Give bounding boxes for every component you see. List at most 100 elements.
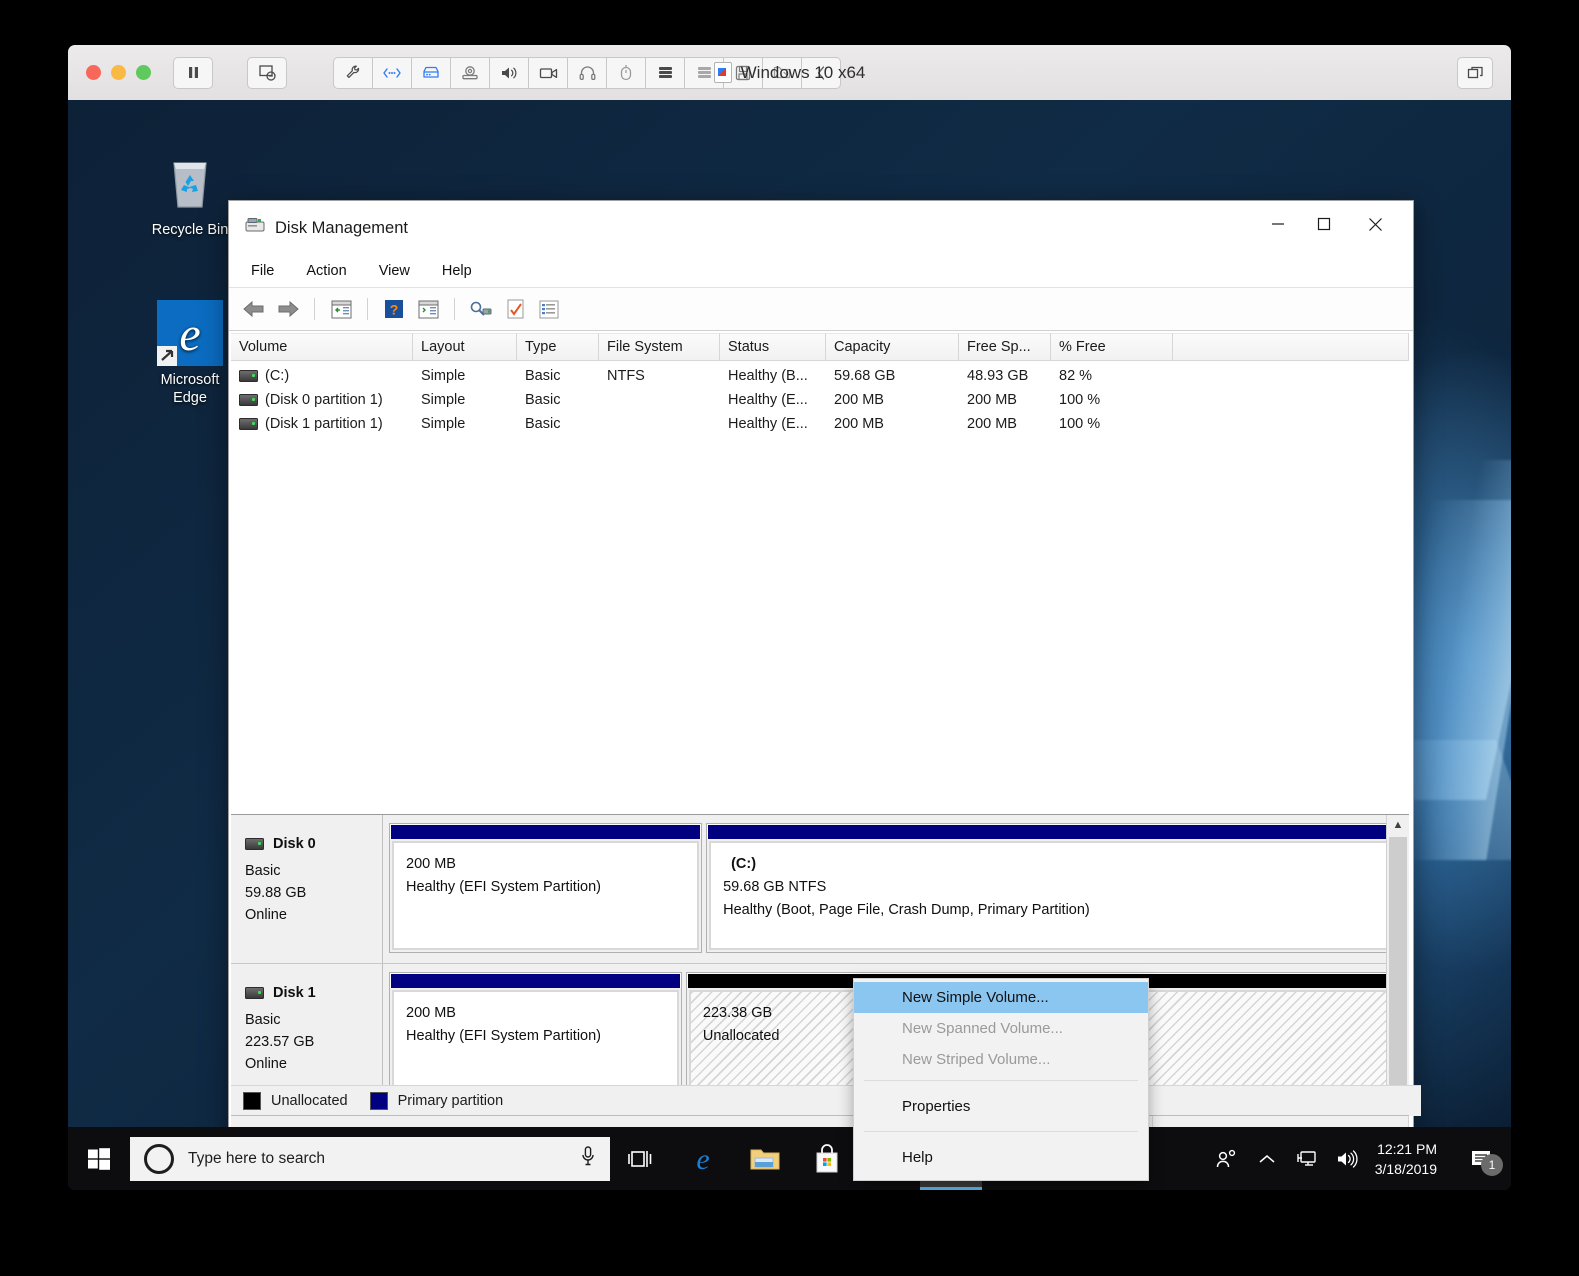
network-icon[interactable] (373, 56, 412, 89)
help-icon[interactable]: ? (381, 296, 407, 322)
partition-status: Healthy (Boot, Page File, Crash Dump, Pr… (723, 902, 1090, 918)
notification-badge: 1 (1481, 1154, 1503, 1176)
volume-list: Volume Layout Type File System Status Ca… (231, 333, 1409, 813)
window-close-button[interactable] (1352, 201, 1399, 247)
cortana-icon (144, 1143, 174, 1174)
cell-type: Basic (525, 416, 561, 432)
rescan-disks-icon[interactable] (468, 296, 494, 322)
context-menu-separator (864, 1080, 1138, 1081)
context-menu-item-new-simple-volume[interactable]: New Simple Volume... (854, 982, 1148, 1013)
show-hide-action-pane-icon[interactable] (415, 296, 441, 322)
network-icon[interactable] (1287, 1127, 1327, 1190)
scroll-up-arrow-icon[interactable]: ▲ (1387, 815, 1409, 835)
maximize-window-button[interactable] (136, 65, 151, 80)
back-arrow-icon[interactable] (241, 296, 267, 322)
close-window-button[interactable] (86, 65, 101, 80)
disk-name: Disk 1 (273, 985, 316, 1001)
column-header-spacer[interactable] (1173, 333, 1409, 360)
microphone-icon[interactable] (580, 1145, 596, 1172)
cell-volume: (Disk 1 partition 1) (265, 416, 383, 432)
menu-action[interactable]: Action (302, 261, 350, 281)
floppy-icon[interactable] (724, 56, 763, 89)
desktop-icon-label-line1: Microsoft (160, 372, 220, 388)
column-header-file-system[interactable]: File System (599, 333, 720, 360)
settings-wrench-icon[interactable] (333, 56, 373, 89)
cell-volume: (C:) (265, 368, 290, 384)
table-row[interactable]: (Disk 1 partition 1) Simple Basic Health… (231, 412, 1409, 436)
action-center-button[interactable]: 1 (1453, 1127, 1511, 1190)
shared-folder-icon[interactable] (763, 56, 802, 89)
partition-legend: Unallocated Primary partition (231, 1085, 1421, 1116)
clock-time: 12:21 PM (1377, 1140, 1437, 1157)
menu-file[interactable]: File (247, 261, 278, 281)
start-button[interactable] (68, 1127, 130, 1190)
edge-taskbar-icon[interactable]: e (672, 1127, 734, 1190)
disk-management-app-icon (245, 217, 265, 239)
column-header-status[interactable]: Status (720, 333, 826, 360)
fullscreen-icon[interactable] (1457, 57, 1493, 89)
video-camera-icon[interactable] (529, 56, 568, 89)
harddisk-icon[interactable] (412, 56, 451, 89)
scrollbar-thumb[interactable] (1389, 837, 1407, 1107)
legend-swatch-primary (369, 1092, 388, 1110)
disk-row-disk-0[interactable]: Disk 0 Basic 59.88 GB Online 200 MB Heal… (231, 815, 1409, 964)
chevron-left-icon[interactable] (802, 56, 841, 89)
disk-management-titlebar: Disk Management (229, 201, 1413, 255)
vm-toolbar: Windows 10 x64 (68, 45, 1511, 101)
task-view-button[interactable] (610, 1127, 672, 1190)
cell-percent-free: 82 % (1059, 368, 1093, 384)
vm-window: Windows 10 x64 Recycle Bin e Microsoft E… (68, 45, 1511, 1190)
column-header-type[interactable]: Type (517, 333, 599, 360)
show-hidden-icons-chevron[interactable] (1247, 1127, 1287, 1190)
headphones-icon[interactable] (568, 56, 607, 89)
column-header-percent-free[interactable]: % Free (1051, 333, 1173, 360)
forward-arrow-icon[interactable] (275, 296, 301, 322)
taskbar-clock[interactable]: 12:21 PM 3/18/2019 (1367, 1139, 1453, 1179)
screenshot-icon[interactable] (247, 56, 287, 89)
usb-stack-2-icon[interactable] (685, 56, 724, 89)
search-input[interactable]: Type here to search (130, 1136, 610, 1181)
properties-check-icon[interactable] (502, 296, 528, 322)
usb-stack-icon[interactable] (646, 56, 685, 89)
table-row[interactable]: (Disk 0 partition 1) Simple Basic Health… (231, 388, 1409, 412)
partition-capacity-bar (390, 973, 681, 988)
window-maximize-button[interactable] (1300, 201, 1347, 247)
window-minimize-button[interactable] (1254, 201, 1301, 247)
partition-status: Healthy (EFI System Partition) (406, 879, 601, 895)
cell-capacity: 59.68 GB (834, 368, 896, 384)
microsoft-store-taskbar-icon[interactable] (796, 1127, 858, 1190)
menu-view[interactable]: View (375, 261, 414, 281)
partition-disk0-efi[interactable]: 200 MB Healthy (EFI System Partition) (389, 823, 703, 953)
column-header-volume[interactable]: Volume (231, 333, 413, 360)
people-icon[interactable] (1207, 1127, 1247, 1190)
cell-volume: (Disk 0 partition 1) (265, 392, 383, 408)
context-menu-item-new-striped-volume[interactable]: New Striped Volume... (854, 1044, 1148, 1075)
pause-icon[interactable] (173, 56, 213, 89)
clock-date: 3/18/2019 (1374, 1160, 1437, 1177)
cell-status: Healthy (B... (728, 368, 808, 384)
speaker-icon[interactable] (490, 56, 529, 89)
column-header-layout[interactable]: Layout (413, 333, 517, 360)
cell-type: Basic (525, 392, 561, 408)
camera-icon[interactable] (451, 56, 490, 89)
mouse-icon[interactable] (607, 56, 646, 89)
drive-icon (239, 394, 258, 406)
column-header-free-space[interactable]: Free Sp... (959, 333, 1051, 360)
menu-help[interactable]: Help (438, 261, 476, 281)
context-menu-separator (864, 1131, 1138, 1132)
disk-management-menubar: File Action View Help (229, 255, 1413, 287)
context-menu-item-help[interactable]: Help (854, 1137, 1148, 1177)
context-menu-item-properties[interactable]: Properties (854, 1086, 1148, 1126)
minimize-window-button[interactable] (111, 65, 126, 80)
column-header-capacity[interactable]: Capacity (826, 333, 959, 360)
disk-management-window: Disk Management File Action View Help ? … (228, 200, 1421, 1188)
partition-disk1-efi[interactable]: 200 MB Healthy (EFI System Partition) (389, 972, 682, 1102)
file-explorer-taskbar-icon[interactable] (734, 1127, 796, 1190)
partition-disk0-c[interactable]: (C:) 59.68 GB NTFS Healthy (Boot, Page F… (706, 823, 1403, 953)
table-row[interactable]: (C:) Simple Basic NTFS Healthy (B... 59.… (231, 364, 1409, 388)
context-menu-item-new-spanned-volume[interactable]: New Spanned Volume... (854, 1013, 1148, 1044)
show-hide-console-tree-icon[interactable] (328, 296, 354, 322)
volume-icon[interactable] (1327, 1127, 1367, 1190)
disk-name: Disk 0 (273, 836, 316, 852)
list-view-icon[interactable] (536, 296, 562, 322)
